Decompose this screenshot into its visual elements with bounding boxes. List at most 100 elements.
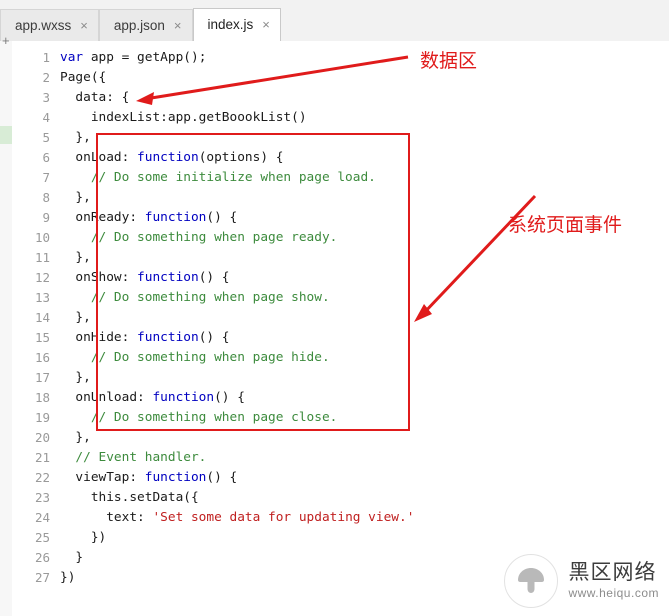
code-line[interactable]: }, <box>60 248 660 268</box>
watermark-url: www.heiqu.com <box>568 586 659 601</box>
tab-app-json[interactable]: app.json × <box>98 9 193 41</box>
code-line[interactable]: onLoad: function(options) { <box>60 148 660 168</box>
code-token: viewTap: <box>60 470 145 485</box>
code-line[interactable]: onUnload: function() { <box>60 388 660 408</box>
code-line[interactable]: onHide: function() { <box>60 328 660 348</box>
code-line[interactable]: }) <box>60 528 660 548</box>
code-token: indexList:app.getBoookList() <box>60 110 307 125</box>
code-token: function <box>144 210 207 225</box>
code-line[interactable]: // Do something when page close. <box>60 408 660 428</box>
line-number: 24 <box>34 510 50 525</box>
code-token: Page({ <box>60 70 107 85</box>
code-token: (options) { <box>198 150 284 165</box>
close-icon[interactable]: × <box>174 10 182 41</box>
code-token: function <box>152 390 215 405</box>
code-line[interactable]: indexList:app.getBoookList() <box>60 108 660 128</box>
code-line[interactable]: // Do some initialize when page load. <box>60 168 660 188</box>
line-number-gutter: 1 2 3 4 5 6 7 8 9 10 11 12 13 14 15 16 17 18 19 20 21 22 23 24 2… <box>12 41 56 616</box>
code-token: }, <box>60 310 91 325</box>
code-line[interactable]: this.setData({ <box>60 488 660 508</box>
code-token: }) <box>60 570 76 585</box>
tab-app-wxss[interactable]: app.wxss × <box>0 9 99 41</box>
change-marker <box>0 126 12 144</box>
code-token: function <box>137 270 199 285</box>
line-number: 12 <box>34 270 50 285</box>
code-line[interactable]: }, <box>60 128 660 148</box>
code-line[interactable]: Page({ <box>60 68 660 88</box>
line-number: 9 <box>42 210 50 225</box>
code-content[interactable]: var app = getApp(); Page({ data: { indexL… <box>60 48 660 588</box>
line-number: 4 <box>42 110 50 125</box>
code-token: // Do some initialize when page load. <box>60 170 376 185</box>
line-number: 1 <box>42 50 50 65</box>
code-line[interactable]: }, <box>60 188 660 208</box>
code-token: }, <box>60 430 91 445</box>
line-number: 18 <box>34 390 50 405</box>
code-token: () { <box>198 330 230 345</box>
tab-label: app.wxss <box>15 18 72 33</box>
close-icon[interactable]: × <box>262 9 270 41</box>
line-number: 23 <box>34 490 50 505</box>
close-icon[interactable]: × <box>80 10 88 41</box>
code-token: 'Set some data for updating view.' <box>152 510 415 525</box>
code-token: // Do something when page hide. <box>60 350 330 365</box>
code-line[interactable]: onShow: function() { <box>60 268 660 288</box>
code-token: }, <box>60 130 91 145</box>
code-line[interactable]: }, <box>60 308 660 328</box>
line-number: 11 <box>34 250 50 265</box>
code-token: onHide: <box>60 330 138 345</box>
code-token: () { <box>206 210 238 225</box>
code-token: this.setData({ <box>60 490 199 505</box>
code-line[interactable]: viewTap: function() { <box>60 468 660 488</box>
code-token: onLoad: <box>60 150 138 165</box>
code-token: } <box>60 550 84 565</box>
code-line[interactable]: // Do something when page hide. <box>60 348 660 368</box>
code-line[interactable]: // Event handler. <box>60 448 660 468</box>
code-token: () { <box>206 470 238 485</box>
line-number: 15 <box>34 330 50 345</box>
line-number: 27 <box>34 570 50 585</box>
line-number: 6 <box>42 150 50 165</box>
code-editor[interactable]: 1 2 3 4 5 6 7 8 9 10 11 12 13 14 15 16 17 18 19 20 21 22 23 24 2… <box>12 41 669 616</box>
code-line[interactable]: var app = getApp(); <box>60 48 660 68</box>
code-token: // Do something when page close. <box>60 410 338 425</box>
tab-index-js[interactable]: index.js × <box>192 8 281 41</box>
line-number: 13 <box>34 290 50 305</box>
annotation-data-region-label: 数据区 <box>420 50 478 72</box>
line-number: 5 <box>42 130 50 145</box>
code-line[interactable]: }, <box>60 428 660 448</box>
line-number: 10 <box>34 230 50 245</box>
code-token: onUnload: <box>60 390 153 405</box>
new-file-icon[interactable]: + <box>2 33 10 48</box>
code-token: onReady: <box>60 210 145 225</box>
code-token: }, <box>60 190 91 205</box>
code-token: data: { <box>60 90 130 105</box>
tab-label: index.js <box>207 17 254 32</box>
tab-label: app.json <box>113 18 165 33</box>
code-token: function <box>137 330 199 345</box>
line-number: 17 <box>34 370 50 385</box>
code-token: text: <box>60 510 153 525</box>
code-token: var <box>60 50 91 65</box>
code-line[interactable]: data: { <box>60 88 660 108</box>
code-token: () { <box>214 390 245 405</box>
line-number: 25 <box>34 530 50 545</box>
code-token: }) <box>60 530 107 545</box>
watermark: 黑区网络 www.heiqu.com <box>504 554 659 608</box>
code-line[interactable]: }, <box>60 368 660 388</box>
code-line[interactable]: text: 'Set some data for updating view.' <box>60 508 660 528</box>
code-token: // Do something when page ready. <box>60 230 338 245</box>
code-token: }, <box>60 370 91 385</box>
code-token: // Do something when page show. <box>60 290 330 305</box>
line-number: 16 <box>34 350 50 365</box>
line-number: 2 <box>42 70 50 85</box>
line-number: 3 <box>42 90 50 105</box>
code-line[interactable]: // Do something when page show. <box>60 288 660 308</box>
annotation-page-events-label: 系统页面事件 <box>508 214 623 236</box>
line-number: 26 <box>34 550 50 565</box>
code-token: // Event handler. <box>60 450 207 465</box>
mushroom-logo-icon <box>504 554 559 608</box>
watermark-title: 黑区网络 <box>568 561 657 585</box>
line-number: 8 <box>42 190 50 205</box>
code-token: onShow: <box>60 270 138 285</box>
